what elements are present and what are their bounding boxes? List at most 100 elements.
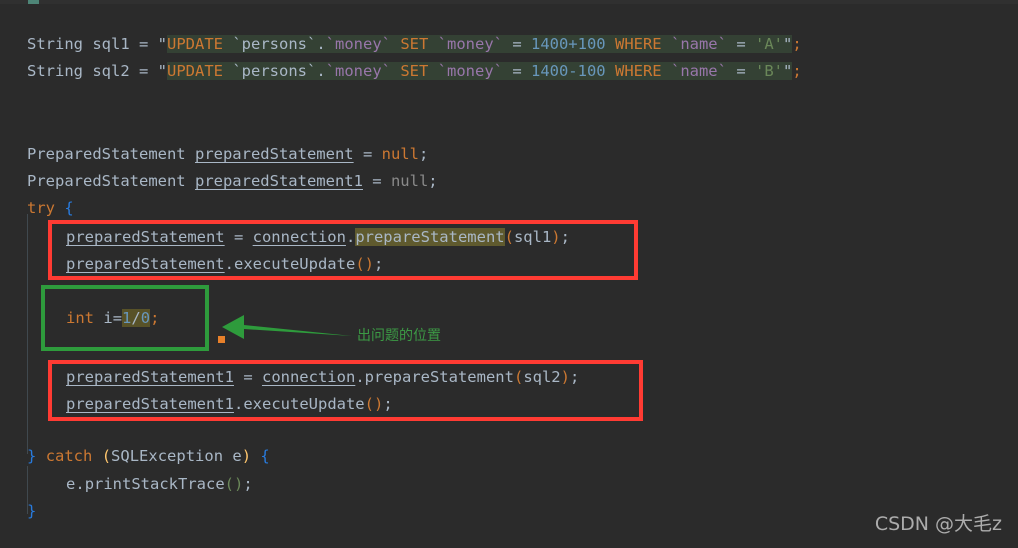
code-token: connection (252, 228, 346, 246)
code-token: null (390, 172, 429, 190)
code-line[interactable]: } catch (SQLException e) { (0, 443, 270, 470)
code-line[interactable]: preparedStatement1.executeUpdate(); (0, 391, 393, 418)
code-token: ( (504, 228, 514, 246)
code-token: sql1 (92, 35, 130, 53)
code-line[interactable]: preparedStatement1 = connection.prepareS… (0, 364, 579, 391)
code-token: executeUpdate (233, 255, 356, 273)
code-token: ; (373, 255, 384, 273)
code-token: . (345, 228, 356, 246)
code-token: } (27, 502, 37, 520)
code-token: `persons` (232, 62, 317, 80)
code-token: 'B' (754, 62, 783, 80)
code-token: ; (569, 368, 580, 386)
code-token: `name` (670, 62, 727, 80)
code-line[interactable]: int i=1/0; (0, 305, 159, 332)
code-token: ) (241, 447, 252, 465)
code-token: `money` (325, 62, 401, 80)
code-token: . (355, 368, 365, 386)
code-line[interactable]: e.printStackTrace(); (0, 471, 253, 498)
code-token: () (364, 395, 384, 413)
code-line[interactable]: String sql1 = "UPDATE `persons`.`money` … (0, 31, 802, 58)
code-token: 1400-100 (530, 62, 615, 80)
code-token: () (355, 255, 374, 273)
code-token: UPDATE (167, 35, 233, 53)
code-line[interactable]: PreparedStatement preparedStatement1 = n… (0, 168, 438, 195)
code-token: = (112, 309, 123, 327)
code-token: `money` (437, 35, 503, 53)
code-token: UPDATE (167, 62, 233, 80)
code-token: SET (400, 35, 438, 53)
code-token: printStackTrace (84, 475, 225, 493)
code-token: preparedStatement1 (66, 368, 234, 386)
code-token: . (316, 35, 326, 53)
code-token: prepareStatement (364, 368, 514, 386)
code-token: . (233, 395, 244, 413)
code-token: sql2 (523, 368, 561, 386)
code-token: sql1 (513, 228, 552, 246)
code-token: preparedStatement (66, 228, 225, 246)
code-token: String (27, 35, 93, 53)
top-ui-fragment (28, 0, 39, 4)
code-token: preparedStatement1 (66, 395, 234, 413)
code-token: = (129, 35, 158, 53)
code-token: = (353, 145, 382, 163)
code-token: connection (261, 368, 356, 386)
code-token: ; (150, 309, 160, 327)
code-line[interactable]: String sql2 = "UPDATE `persons`.`money` … (0, 58, 802, 85)
code-token: . (75, 475, 85, 493)
code-line[interactable]: } (0, 498, 36, 525)
code-token: = (224, 228, 253, 246)
code-token: preparedStatement1 (194, 172, 363, 190)
code-token: ; (792, 35, 802, 53)
code-token: `persons` (232, 35, 317, 53)
code-token: sql2 (92, 62, 130, 80)
code-token: PreparedStatement (27, 145, 195, 163)
watermark-label: CSDN @大毛z (874, 513, 1002, 535)
code-token: { (64, 199, 74, 217)
code-token: ) (560, 368, 570, 386)
code-line[interactable]: preparedStatement.executeUpdate(); (0, 251, 383, 278)
code-token: " (157, 35, 167, 53)
code-token: e (66, 475, 76, 493)
code-token: 1400+100 (530, 35, 615, 53)
annotation-note-text: 出问题的位置 (357, 328, 441, 344)
code-token: ; (418, 145, 429, 163)
code-token: = (726, 35, 755, 53)
code-line[interactable]: preparedStatement = connection.prepareSt… (0, 224, 570, 251)
code-line[interactable]: PreparedStatement preparedStatement = nu… (0, 141, 428, 168)
code-token: / (131, 309, 141, 327)
code-token: SET (400, 62, 438, 80)
code-token: PreparedStatement (27, 172, 195, 190)
code-token: } (27, 447, 37, 465)
code-token: " (782, 35, 793, 53)
code-token: null (381, 145, 419, 163)
code-token: () (224, 475, 244, 493)
code-token: `money` (325, 35, 401, 53)
code-token: " (157, 62, 167, 80)
code-token: int (66, 309, 94, 327)
code-token: 0 (140, 309, 151, 327)
code-token: = (362, 172, 391, 190)
code-token: e (223, 447, 242, 465)
code-token: ; (428, 172, 438, 190)
code-token: ; (383, 395, 393, 413)
code-token: . (316, 62, 326, 80)
code-token: ; (243, 475, 253, 493)
code-editor-surface[interactable]: String sql1 = "UPDATE `persons`.`money` … (0, 0, 1018, 548)
code-token: prepareStatement (355, 228, 505, 246)
code-token: ( (513, 368, 524, 386)
code-token: = (502, 62, 531, 80)
code-line[interactable]: try { (0, 195, 74, 222)
code-token: preparedStatement (66, 255, 225, 273)
code-token: WHERE (614, 35, 671, 53)
code-token: preparedStatement (194, 145, 354, 163)
code-token: catch (45, 447, 93, 465)
code-token: 1 (122, 309, 132, 327)
code-token: = (233, 368, 262, 386)
code-token: = (726, 62, 755, 80)
code-token: `name` (670, 35, 727, 53)
